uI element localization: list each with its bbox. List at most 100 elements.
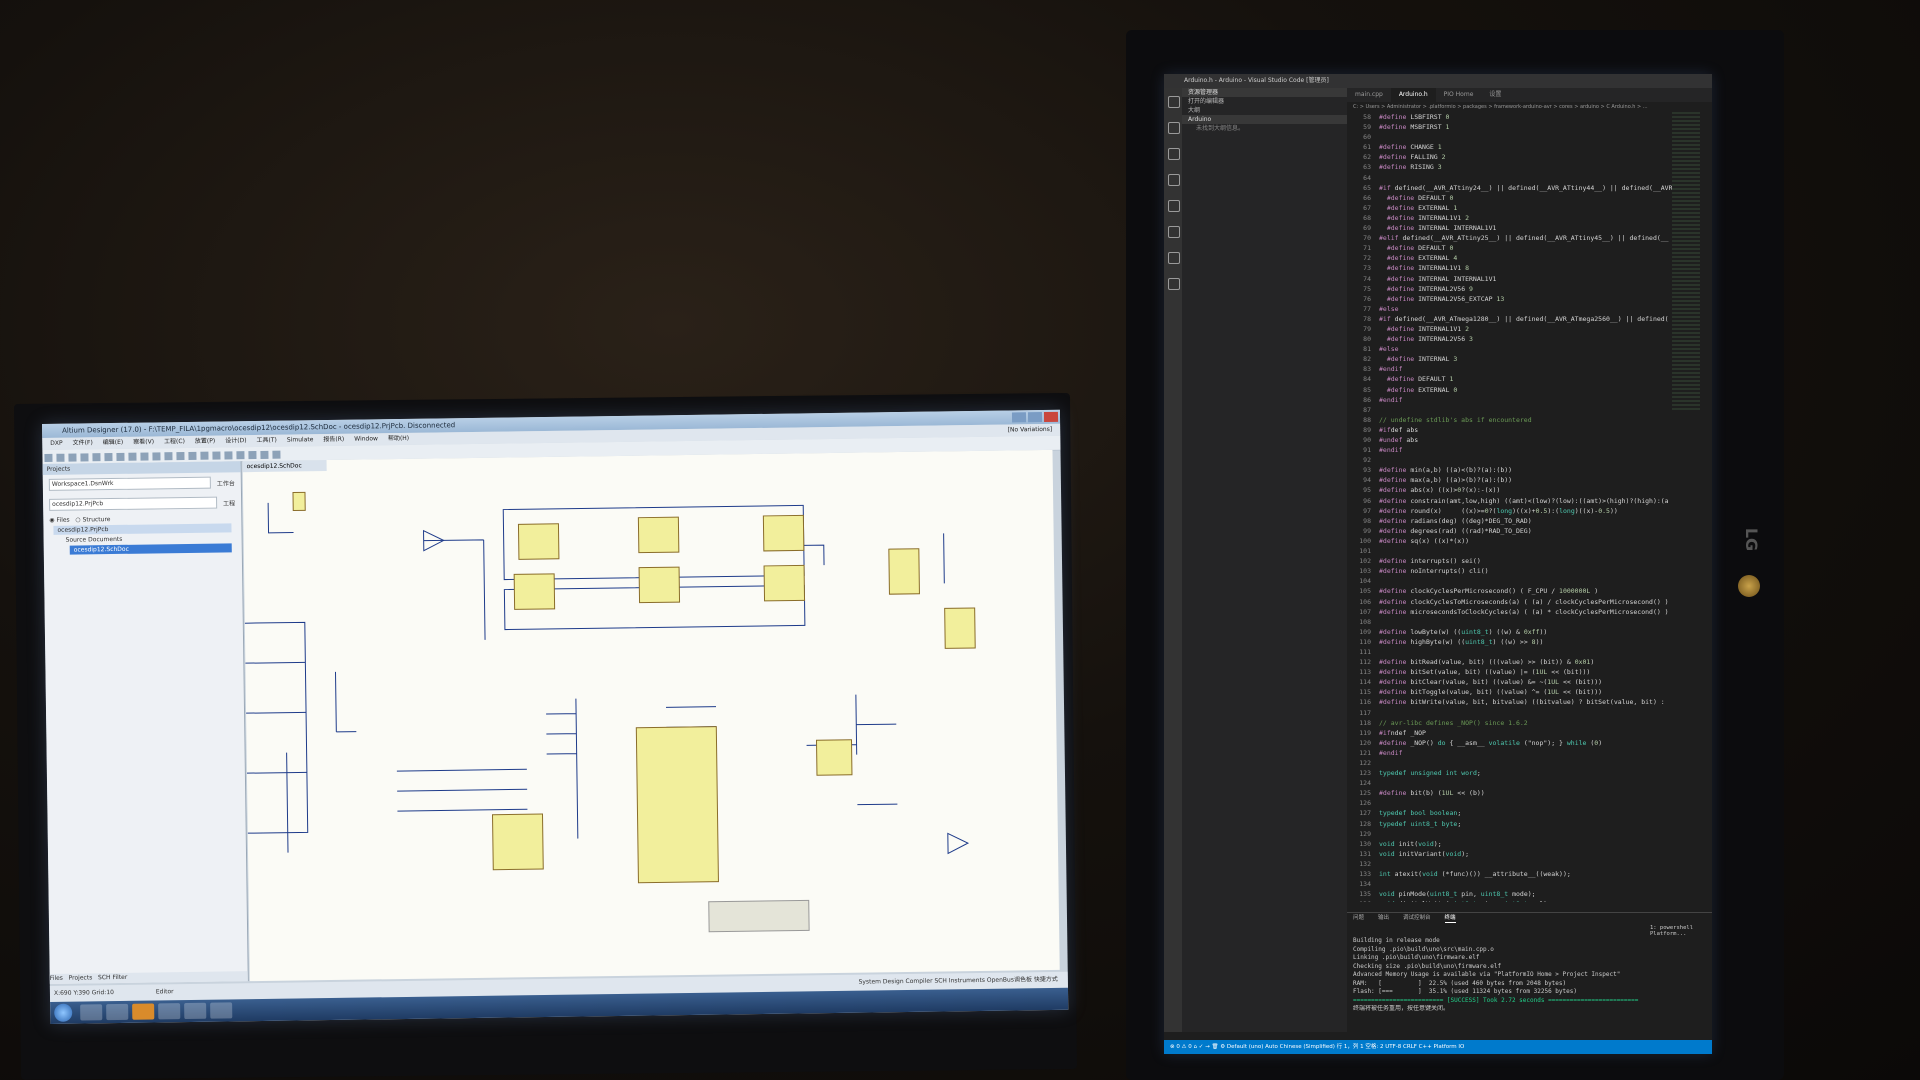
minimap[interactable] — [1672, 112, 1700, 412]
vscode-statusbar[interactable]: ⊗ 0 ⚠ 0 ⌂ ✓ → 🗑 ⚙ Default (uno) Auto Chi… — [1164, 1040, 1712, 1054]
code-line[interactable]: 73 #define INTERNAL1V1 8 — [1347, 263, 1672, 273]
code-line[interactable]: 86 #endif — [1347, 395, 1672, 405]
toolbar-icon[interactable] — [152, 452, 161, 461]
taskbar-app[interactable] — [106, 1003, 129, 1021]
open-editors-section[interactable]: 打开的编辑器 — [1182, 97, 1347, 106]
code-line[interactable]: 63 #define RISING 3 — [1347, 162, 1672, 172]
schematic-document[interactable]: ocesdip12.SchDoc — [242, 449, 1060, 982]
code-line[interactable]: 82 #define INTERNAL 3 — [1347, 354, 1672, 364]
explorer-icon[interactable] — [1168, 96, 1180, 108]
code-line[interactable]: 131 void initVariant(void); — [1347, 849, 1672, 859]
source-control-icon[interactable] — [1168, 148, 1180, 160]
toolbar-icon[interactable] — [68, 453, 77, 462]
code-line[interactable]: 128 typedef uint8_t byte; — [1347, 819, 1672, 829]
code-line[interactable]: 64 — [1347, 173, 1672, 183]
code-line[interactable]: 110 #define highByte(w) ((uint8_t) ((w) >… — [1347, 637, 1672, 647]
code-line[interactable]: 95 #define abs(x) ((x)>0?(x):-(x)) — [1347, 485, 1672, 495]
panel-tab[interactable]: Projects — [69, 974, 93, 981]
code-line[interactable]: 85 #define EXTERNAL 0 — [1347, 385, 1672, 395]
code-line[interactable]: 60 — [1347, 132, 1672, 142]
outline-item[interactable]: Arduino — [1182, 115, 1347, 124]
code-line[interactable]: 89 #ifdef abs — [1347, 425, 1672, 435]
code-line[interactable]: 114 #define bitClear(value, bit) ((value)… — [1347, 677, 1672, 687]
menu-item[interactable]: 编辑(E) — [103, 437, 124, 449]
tab-main-cpp[interactable]: main.cpp — [1347, 88, 1391, 102]
menu-item[interactable]: Window — [354, 433, 378, 445]
menu-item[interactable]: Simulate — [287, 434, 314, 446]
code-line[interactable]: 118 // avr-libc defines _NOP() since 1.6.… — [1347, 718, 1672, 728]
toolbar-icon[interactable] — [224, 451, 233, 460]
menu-item[interactable]: 报告(R) — [323, 434, 344, 446]
code-line[interactable]: 67 #define EXTERNAL 1 — [1347, 203, 1672, 213]
tab-problems[interactable]: 问题 — [1353, 913, 1364, 923]
menu-item[interactable]: 察看(V) — [133, 436, 154, 448]
code-line[interactable]: 75 #define INTERNAL2V56 9 — [1347, 284, 1672, 294]
code-line[interactable]: 116 #define bitWrite(value, bit, bitvalue… — [1347, 697, 1672, 707]
panel-tab[interactable]: SCH Filter — [98, 974, 127, 981]
code-line[interactable]: 130 void init(void); — [1347, 839, 1672, 849]
code-line[interactable]: 121 #endif — [1347, 748, 1672, 758]
code-line[interactable]: 124 — [1347, 778, 1672, 788]
taskbar-app[interactable] — [184, 1002, 207, 1020]
code-line[interactable]: 133 int atexit(void (*func)()) __attribut… — [1347, 869, 1672, 879]
code-line[interactable]: 100 #define sq(x) ((x)*(x)) — [1347, 536, 1672, 546]
toolbar-icon[interactable] — [80, 453, 89, 462]
code-line[interactable]: 69 #define INTERNAL INTERNAL1V1 — [1347, 223, 1672, 233]
extensions-icon[interactable] — [1168, 200, 1180, 212]
debug-icon[interactable] — [1168, 174, 1180, 186]
code-line[interactable]: 132 — [1347, 859, 1672, 869]
toolbar-icon[interactable] — [92, 453, 101, 462]
test-icon[interactable] — [1168, 226, 1180, 238]
menu-item[interactable]: 帮助(H) — [388, 433, 409, 445]
code-line[interactable]: 78 #if defined(__AVR_ATmega1280__) || def… — [1347, 314, 1672, 324]
code-line[interactable]: 119 #ifndef _NOP — [1347, 728, 1672, 738]
code-line[interactable]: 94 #define max(a,b) ((a)>(b)?(a):(b)) — [1347, 475, 1672, 485]
outline-section[interactable]: 大纲 — [1182, 106, 1347, 115]
code-line[interactable]: 96 #define constrain(amt,low,high) ((amt)… — [1347, 496, 1672, 506]
toolbar-icon[interactable] — [236, 451, 245, 460]
code-line[interactable]: 84 #define DEFAULT 1 — [1347, 374, 1672, 384]
code-line[interactable]: 72 #define EXTERNAL 4 — [1347, 253, 1672, 263]
project-select[interactable]: ocesdip12.PrjPcb — [49, 496, 218, 511]
code-line[interactable]: 120 #define _NOP() do { __asm__ volatile … — [1347, 738, 1672, 748]
code-line[interactable]: 58 #define LSBFIRST 0 — [1347, 112, 1672, 122]
tab-settings[interactable]: 设置 — [1481, 88, 1509, 102]
taskbar-app[interactable] — [80, 1004, 103, 1021]
workspace-select[interactable]: Workspace1.DsnWrk — [48, 476, 211, 491]
toolbar-icon[interactable] — [176, 452, 185, 461]
code-line[interactable]: 65 #if defined(__AVR_ATtiny24__) || defin… — [1347, 183, 1672, 193]
code-line[interactable]: 106 #define clockCyclesToMicroseconds(a) … — [1347, 597, 1672, 607]
code-line[interactable]: 105 #define clockCyclesPerMicrosecond() (… — [1347, 586, 1672, 596]
terminal-select-2[interactable]: Platform... — [1650, 931, 1708, 937]
toolbar-icon[interactable] — [212, 451, 221, 460]
code-line[interactable]: 90 #undef abs — [1347, 435, 1672, 445]
menu-item[interactable]: 文件(F) — [73, 437, 93, 449]
code-line[interactable]: 71 #define DEFAULT 0 — [1347, 243, 1672, 253]
menu-item[interactable]: DXP — [50, 438, 63, 450]
toolbar-icon[interactable] — [104, 453, 113, 462]
taskbar-app[interactable] — [158, 1003, 181, 1020]
code-line[interactable]: 93 #define min(a,b) ((a)<(b)?(a):(b)) — [1347, 465, 1672, 475]
code-line[interactable]: 68 #define INTERNAL1V1 2 — [1347, 213, 1672, 223]
code-line[interactable]: 129 — [1347, 829, 1672, 839]
tab-output[interactable]: 输出 — [1378, 913, 1389, 923]
tab-terminal[interactable]: 终端 — [1444, 913, 1456, 923]
maximize-button[interactable] — [1027, 412, 1043, 423]
toolbar-icon[interactable] — [56, 453, 65, 462]
code-line[interactable]: 136 void digitalWrite(uint8_t pin, uint8_… — [1347, 899, 1672, 902]
toolbar-icon[interactable] — [188, 451, 197, 460]
code-line[interactable]: 77 #else — [1347, 304, 1672, 314]
code-line[interactable]: 135 void pinMode(uint8_t pin, uint8_t mod… — [1347, 889, 1672, 899]
tab-arduino-h[interactable]: Arduino.h — [1390, 88, 1436, 102]
code-line[interactable]: 109 #define lowByte(w) ((uint8_t) ((w) & … — [1347, 627, 1672, 637]
project-button[interactable]: 工程 — [223, 498, 235, 507]
search-icon[interactable] — [1168, 122, 1180, 134]
toolbar-icon[interactable] — [44, 453, 53, 462]
toolbar-icon[interactable] — [140, 452, 149, 461]
code-line[interactable]: 98 #define radians(deg) ((deg)*DEG_TO_RAD… — [1347, 516, 1672, 526]
code-line[interactable]: 62 #define FALLING 2 — [1347, 152, 1672, 162]
code-line[interactable]: 91 #endif — [1347, 445, 1672, 455]
code-line[interactable]: 107 #define microsecondsToClockCycles(a) … — [1347, 607, 1672, 617]
panel-tab[interactable]: Files — [50, 975, 63, 982]
toolbar-icon[interactable] — [164, 452, 173, 461]
